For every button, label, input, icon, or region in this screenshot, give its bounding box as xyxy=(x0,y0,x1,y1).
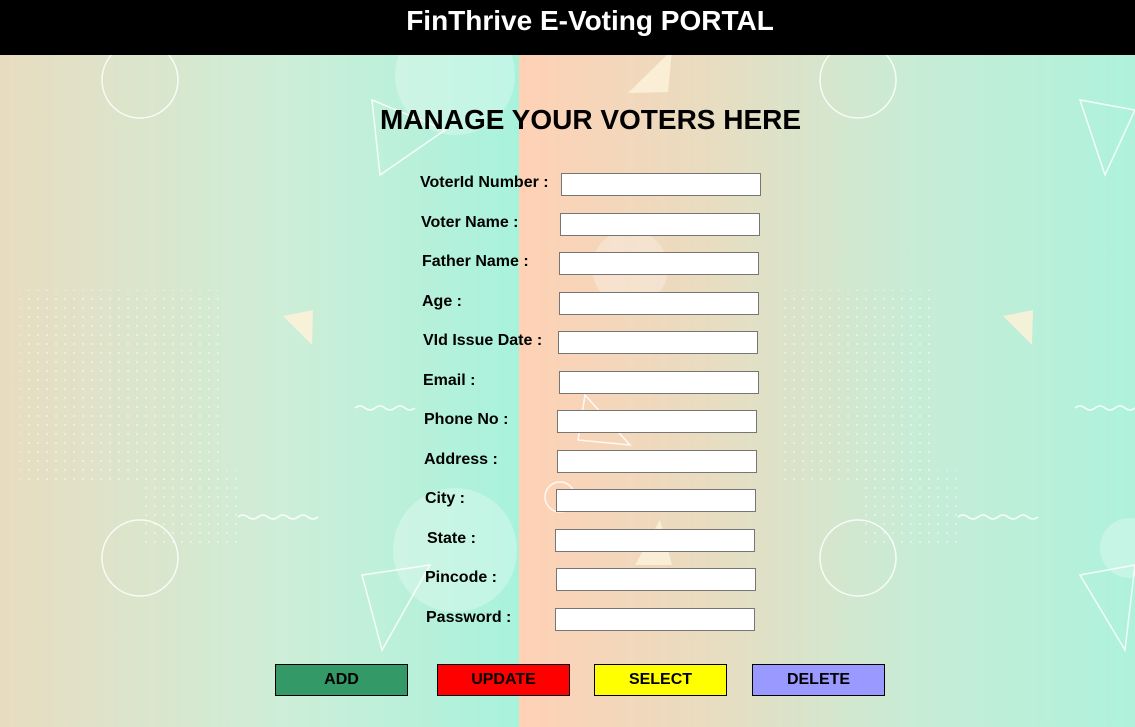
add-button[interactable]: ADD xyxy=(275,664,408,696)
email-label: Email : xyxy=(423,372,476,389)
voterid-input[interactable] xyxy=(561,173,761,196)
update-button[interactable]: UPDATE xyxy=(437,664,570,696)
phone-input[interactable] xyxy=(557,410,757,433)
address-input[interactable] xyxy=(557,450,757,473)
father-name-input[interactable] xyxy=(559,252,759,275)
voter-name-input[interactable] xyxy=(560,213,760,236)
age-label: Age : xyxy=(422,293,462,310)
header-bar: FinThrive E-Voting PORTAL xyxy=(0,0,1135,55)
page: FinThrive E-Voting PORTAL MANAGE YOUR VO… xyxy=(0,0,1135,727)
email-input[interactable] xyxy=(559,371,759,394)
vid-issue-date-input[interactable] xyxy=(558,331,758,354)
state-input[interactable] xyxy=(555,529,755,552)
city-label: City : xyxy=(425,490,465,507)
pincode-label: Pincode : xyxy=(425,569,498,586)
select-button[interactable]: SELECT xyxy=(594,664,727,696)
pincode-input[interactable] xyxy=(556,568,756,591)
phone-label: Phone No : xyxy=(424,411,509,428)
father-name-label: Father Name : xyxy=(422,253,529,270)
voterid-label: VoterId Number : xyxy=(420,174,549,191)
city-input[interactable] xyxy=(556,489,756,512)
delete-button[interactable]: DELETE xyxy=(752,664,885,696)
portal-title: FinThrive E-Voting PORTAL xyxy=(406,5,774,36)
password-label: Password : xyxy=(426,609,512,626)
age-input[interactable] xyxy=(559,292,759,315)
address-label: Address : xyxy=(424,451,498,468)
voter-name-label: Voter Name : xyxy=(421,214,519,231)
state-label: State : xyxy=(427,530,476,547)
form-title: MANAGE YOUR VOTERS HERE xyxy=(379,104,802,135)
vid-issue-date-label: VId Issue Date : xyxy=(423,332,543,349)
password-input[interactable] xyxy=(555,608,755,631)
